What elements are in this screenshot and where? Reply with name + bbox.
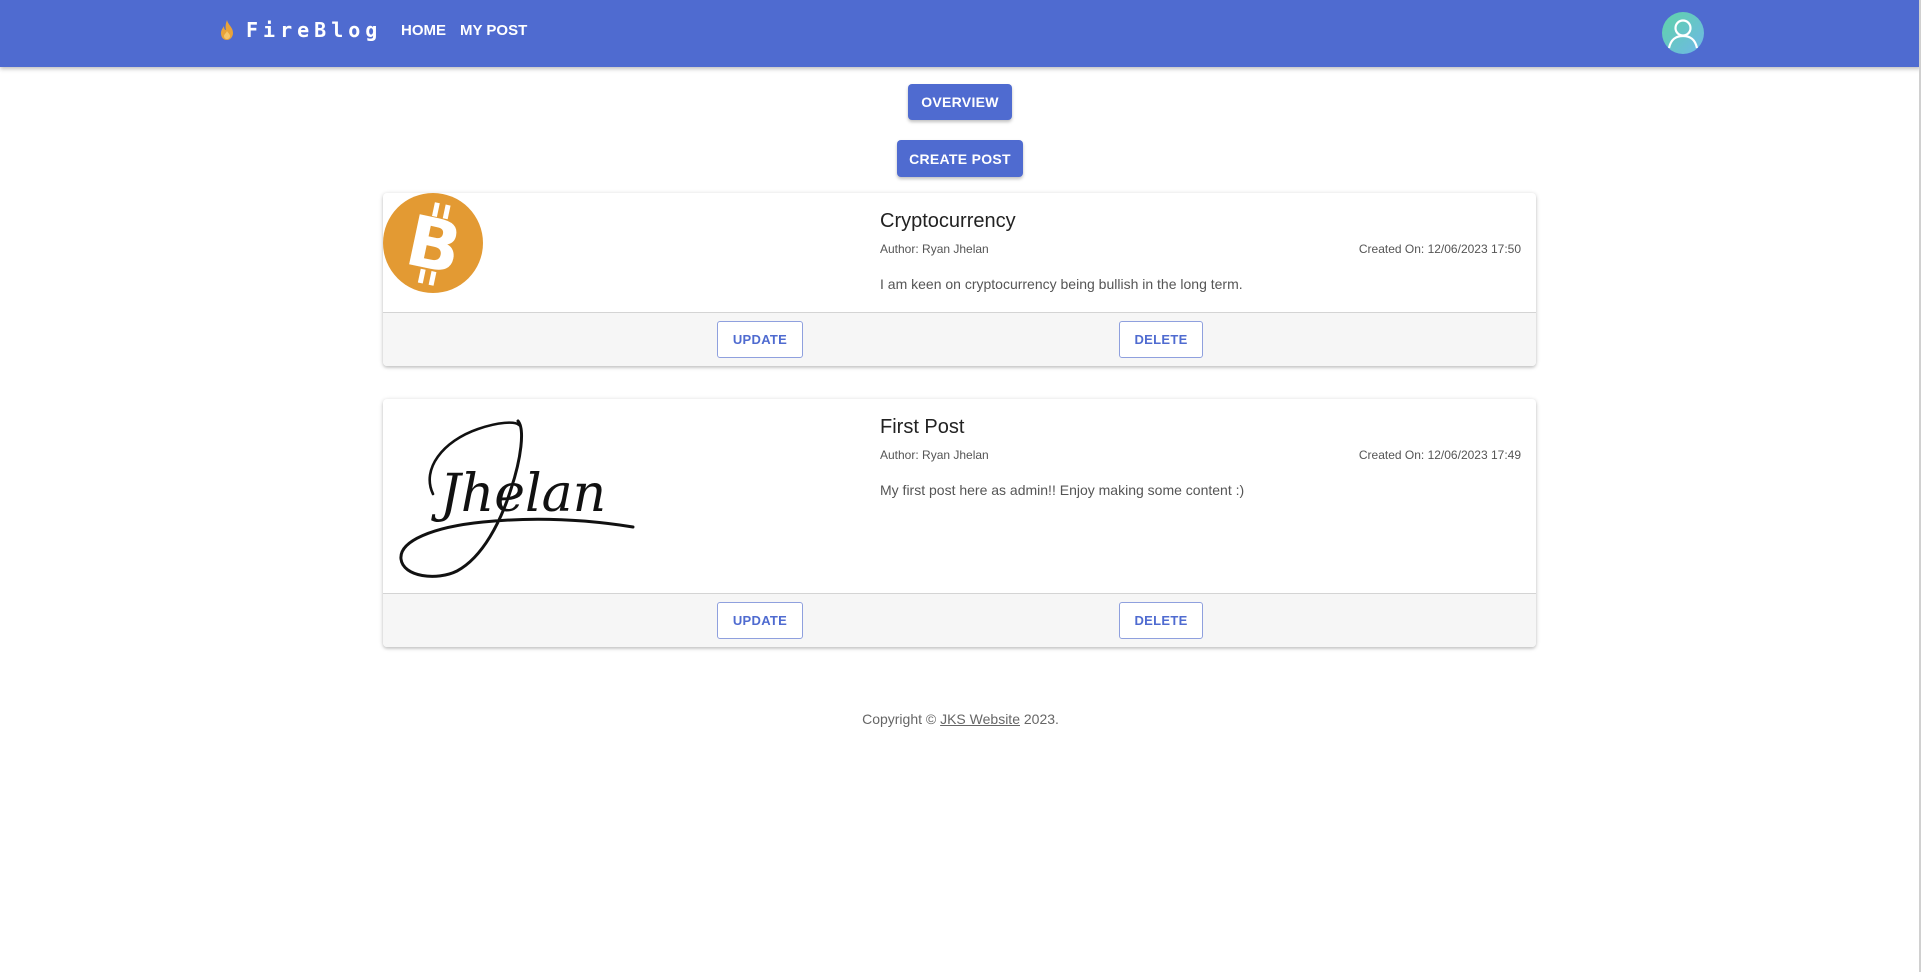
post-author: Author: Ryan Jhelan	[880, 448, 989, 462]
card-actions: UPDATE DELETE	[383, 312, 1536, 366]
footer-website-link[interactable]: JKS Website	[940, 711, 1020, 727]
post-body: I am keen on cryptocurrency being bullis…	[880, 276, 1243, 292]
brand-name: FireBlog	[246, 18, 383, 42]
nav-my-post[interactable]: MY POST	[460, 22, 527, 39]
signature-image: Jhelan	[399, 419, 635, 578]
post-card: B Cryptocurrency Author: Ryan Jhelan Cre…	[383, 193, 1536, 366]
bitcoin-logo-image: B	[383, 193, 483, 293]
nav-home[interactable]: HOME	[401, 22, 446, 39]
footer-copyright-prefix: Copyright ©	[862, 711, 941, 727]
update-button[interactable]: UPDATE	[717, 321, 803, 358]
post-card: Jhelan First Post Author: Ryan Jhelan Cr…	[383, 399, 1536, 647]
post-author: Author: Ryan Jhelan	[880, 242, 989, 256]
post-title: First Post	[880, 416, 965, 438]
delete-button[interactable]: DELETE	[1119, 602, 1203, 639]
app-bar: FireBlog HOME MY POST	[0, 0, 1921, 67]
card-actions: UPDATE DELETE	[383, 593, 1536, 647]
signature-text: Jhelan	[431, 464, 606, 524]
brand[interactable]: FireBlog	[218, 18, 382, 42]
flame-icon	[221, 20, 233, 40]
post-title: Cryptocurrency	[880, 210, 1016, 232]
footer-copyright-suffix: 2023.	[1019, 711, 1059, 727]
post-created-date: Created On: 12/06/2023 17:50	[1358, 242, 1521, 256]
post-body: My first post here as admin!! Enjoy maki…	[880, 482, 1245, 498]
footer: Copyright © JKS Website 2023.	[0, 711, 1921, 727]
update-button[interactable]: UPDATE	[717, 602, 803, 639]
create-post-button[interactable]: CREATE POST	[897, 140, 1023, 177]
main-nav: HOME MY POST	[401, 22, 527, 39]
post-created-date: Created On: 12/06/2023 17:49	[1358, 448, 1521, 462]
overview-button[interactable]: OVERVIEW	[908, 84, 1012, 120]
avatar[interactable]	[1662, 12, 1704, 54]
delete-button[interactable]: DELETE	[1119, 321, 1203, 358]
user-icon	[1667, 19, 1699, 49]
